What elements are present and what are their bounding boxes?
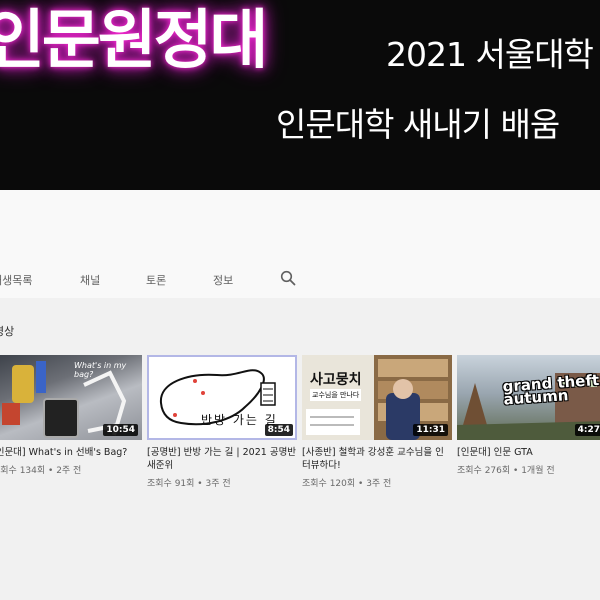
video-title[interactable]: [사종반] 철학과 강성훈 교수님을 인터뷰하다! [302, 446, 452, 472]
tab-about[interactable]: 정보 [213, 272, 233, 288]
channel-tabs: 재생목록 채널 토론 정보 [0, 262, 600, 298]
video-meta: 조회수 120회 • 3주 전 [302, 479, 392, 489]
video-card[interactable]: 사고뭉치 교수님을 만나다 11:31 [사종반] 철학과 강성훈 교수님을 인… [302, 355, 452, 489]
section-title: 영상 [0, 325, 15, 338]
banner-subtitle-line1: 2021 서울대학 [386, 35, 594, 74]
banner-subtitle-line2: 인문대학 새내기 배움 [276, 105, 560, 144]
video-thumbnail[interactable]: What's in my bag? 10:54 [0, 355, 142, 440]
search-icon[interactable] [280, 270, 296, 286]
thumbnail-heading: 사고뭉치 [310, 372, 362, 388]
video-meta: 조회수 134회 • 2주 전 [0, 466, 82, 476]
tab-channels[interactable]: 채널 [80, 272, 100, 288]
video-duration: 4:27 [574, 424, 600, 436]
video-duration: 11:31 [413, 424, 448, 436]
tab-playlists[interactable]: 재생목록 [0, 272, 32, 288]
thumbnail-subheading: 교수님을 만나다 [310, 389, 362, 401]
banner-title: 인문원정대 [0, 4, 268, 78]
video-thumbnail[interactable]: 사고뭉치 교수님을 만나다 11:31 [302, 355, 452, 440]
thumbnail-caption: What's in my bag? [74, 361, 127, 379]
video-card[interactable]: What's in my bag? 10:54 [인문대] What's in … [0, 355, 142, 476]
video-meta: 조회수 276회 • 1개월 전 [457, 466, 555, 476]
video-title[interactable]: [인문대] What's in 선배's Bag? [0, 446, 142, 459]
channel-banner: 인문원정대 2021 서울대학 인문대학 새내기 배움 [0, 0, 600, 190]
video-title[interactable]: [공명반] 반방 가는 길 | 2021 공명반 새준위 [147, 446, 297, 472]
video-title[interactable]: [인문대] 인문 GTA [457, 446, 600, 459]
video-duration: 8:54 [264, 424, 293, 436]
video-duration: 10:54 [103, 424, 138, 436]
video-meta: 조회수 91회 • 3주 전 [147, 479, 231, 489]
video-thumbnail[interactable]: grand theft autumn 4:27 [457, 355, 600, 440]
video-card[interactable]: grand theft autumn 4:27 [인문대] 인문 GTA 조회수… [457, 355, 600, 476]
video-thumbnail[interactable]: 반방 가는 길 8:54 [147, 355, 297, 440]
tab-discussion[interactable]: 토론 [146, 272, 166, 288]
video-card[interactable]: 반방 가는 길 8:54 [공명반] 반방 가는 길 | 2021 공명반 새준… [147, 355, 297, 489]
